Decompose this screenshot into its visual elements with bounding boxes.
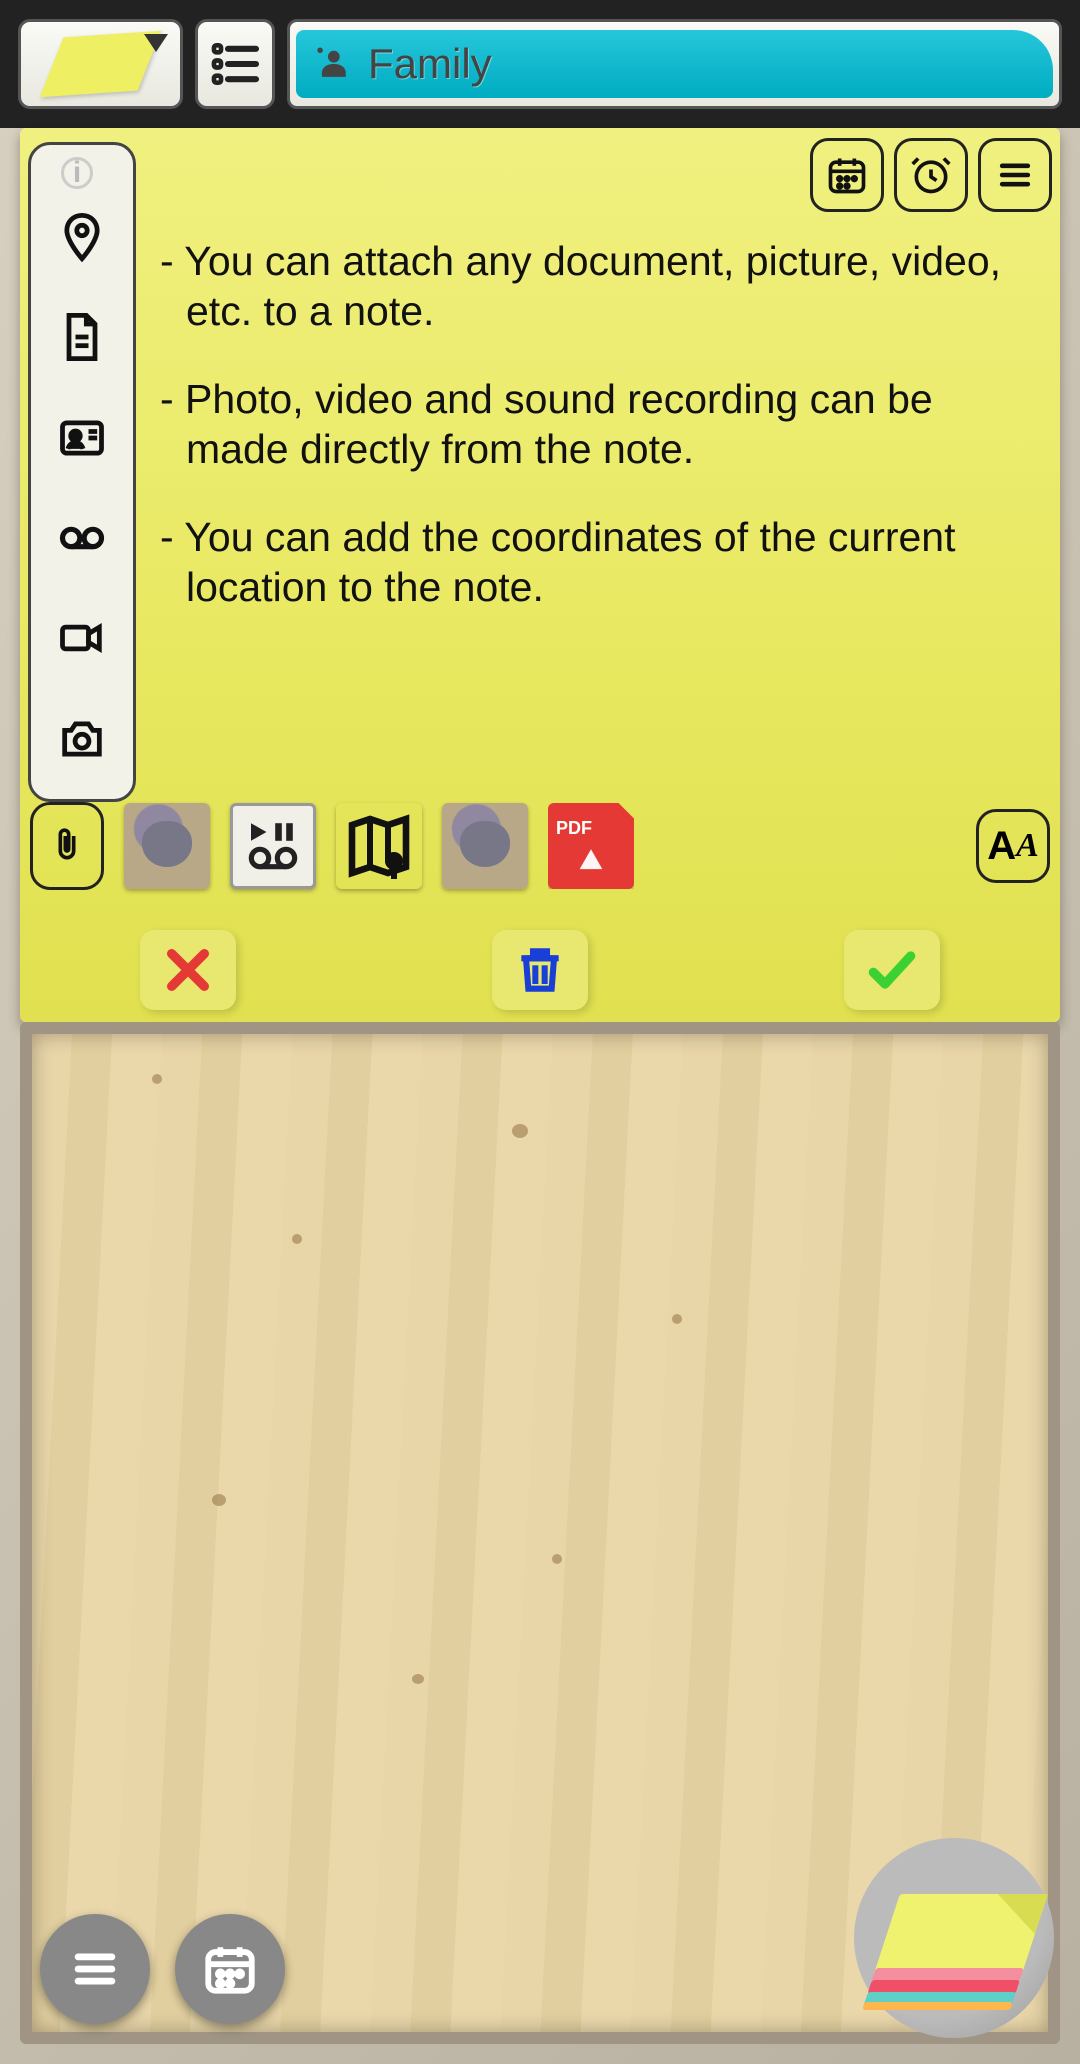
attachment-photo-2[interactable] [442,803,528,889]
letter-a-italic-icon: A [1016,827,1039,865]
note-actions-row [140,930,940,1010]
paperclip-icon [47,818,87,874]
video-tool[interactable] [52,608,112,668]
top-toolbar: Family [0,0,1080,128]
note-text[interactable]: - You can attach any document, picture, … [160,236,1044,650]
voicemail-icon [246,845,300,871]
close-icon [160,942,216,998]
new-note-fab[interactable] [854,1838,1054,2038]
note-color-selector[interactable] [18,19,183,109]
sticky-note-stack-icon [864,1894,1048,2004]
check-icon [864,942,920,998]
attachment-pdf[interactable]: PDF [548,803,634,889]
note-card: i - You can attach any document, picture… [20,128,1060,1022]
category-selector[interactable]: Family [287,19,1062,109]
note-bullet: - Photo, video and sound recording can b… [160,374,1044,474]
alarm-clock-icon [909,153,953,197]
main-menu-fab[interactable] [40,1914,150,2024]
chevron-down-icon [144,34,168,52]
drive-icon [574,845,608,879]
trash-icon [512,942,568,998]
info-icon: i [61,157,93,189]
confirm-button[interactable] [844,930,940,1010]
calendar-fab[interactable] [175,1914,285,2024]
note-bullet: - You can attach any document, picture, … [160,236,1044,336]
location-tool[interactable] [52,207,112,267]
video-camera-icon [56,612,108,664]
delete-button[interactable] [492,930,588,1010]
family-icon [310,42,354,86]
alarm-button[interactable] [894,138,968,212]
calendar-icon [201,1940,259,1998]
contact-card-icon [56,412,108,464]
calendar-icon [825,153,869,197]
letter-a-icon: A [987,824,1016,869]
text-format-button[interactable]: AA [976,809,1050,883]
camera-tool[interactable] [52,709,112,769]
list-view-button[interactable] [195,19,275,109]
document-tool[interactable] [52,307,112,367]
cancel-button[interactable] [140,930,236,1010]
attachment-map-location[interactable] [336,803,422,889]
map-pin-icon [343,810,415,882]
attachment-photo-1[interactable] [124,803,210,889]
location-pin-icon [56,211,108,263]
attachment-voice-recording[interactable] [230,803,316,889]
note-top-actions [810,138,1052,212]
attachment-tools-panel: i [28,142,136,802]
camera-icon [56,713,108,765]
note-bullet: - You can add the coordinates of the cur… [160,512,1044,612]
play-pause-icon [246,821,300,843]
note-menu-button[interactable] [978,138,1052,212]
voicemail-icon [56,512,108,564]
attachment-row: PDF AA [30,802,1050,890]
list-icon [207,36,263,92]
pdf-label: PDF [556,818,592,839]
category-label: Family [368,40,492,88]
document-icon [56,311,108,363]
category-bar: Family [296,30,1053,98]
calendar-button[interactable] [810,138,884,212]
hamburger-icon [993,153,1037,197]
voicemail-tool[interactable] [52,508,112,568]
hamburger-icon [66,1940,124,1998]
contact-tool[interactable] [52,408,112,468]
attach-file-button[interactable] [30,802,104,890]
